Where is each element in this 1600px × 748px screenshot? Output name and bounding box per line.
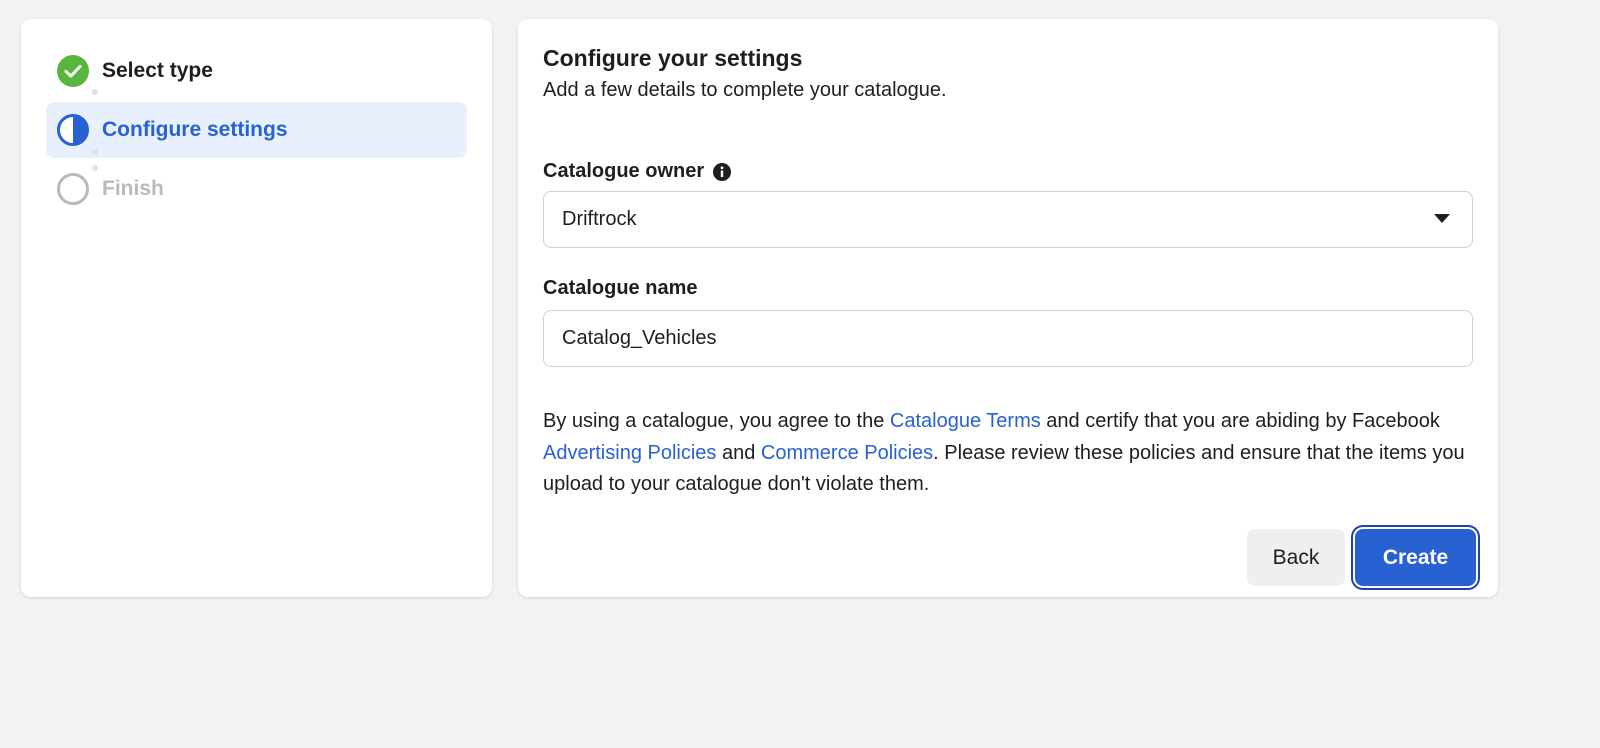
catalogue-terms-link[interactable]: Catalogue Terms — [890, 410, 1041, 432]
step-label: Configure settings — [102, 118, 288, 141]
catalogue-owner-value: Driftrock — [562, 208, 637, 230]
catalogue-owner-label: Catalogue owner — [543, 160, 732, 183]
catalogue-owner-label-text: Catalogue owner — [543, 160, 705, 182]
commerce-policies-link[interactable]: Commerce Policies — [761, 442, 933, 464]
empty-circle-icon — [57, 173, 89, 205]
step-select-type[interactable]: Select type — [46, 43, 467, 99]
check-circle-icon — [57, 55, 89, 87]
terms-text: By using a catalogue, you agree to the C… — [543, 406, 1473, 501]
page-title: Configure your settings — [543, 45, 803, 71]
half-circle-icon — [57, 114, 89, 146]
step-configure-settings[interactable]: Configure settings — [46, 102, 467, 158]
caret-down-icon — [1434, 214, 1450, 223]
catalogue-name-label-text: Catalogue name — [543, 277, 698, 299]
advertising-policies-link[interactable]: Advertising Policies — [543, 442, 716, 464]
terms-text-part: and — [716, 441, 761, 464]
create-button[interactable]: Create — [1355, 529, 1476, 586]
catalogue-name-label: Catalogue name — [543, 277, 697, 300]
page-subtitle: Add a few details to complete your catal… — [543, 79, 947, 101]
step-finish[interactable]: Finish — [46, 161, 467, 217]
back-button[interactable]: Back — [1247, 529, 1345, 586]
stepper-panel: Select type Configure settings Finish — [21, 19, 492, 597]
catalogue-name-input[interactable] — [543, 310, 1473, 367]
settings-panel: Configure your settings Add a few detail… — [518, 19, 1498, 597]
step-label: Select type — [102, 59, 213, 82]
step-label: Finish — [102, 177, 164, 200]
terms-text-part: and certify that you are abiding by Face… — [1040, 410, 1440, 432]
terms-text-part: By using a catalogue, you agree to the — [543, 410, 890, 432]
catalogue-owner-select[interactable]: Driftrock — [543, 191, 1473, 248]
info-icon[interactable] — [712, 162, 732, 182]
